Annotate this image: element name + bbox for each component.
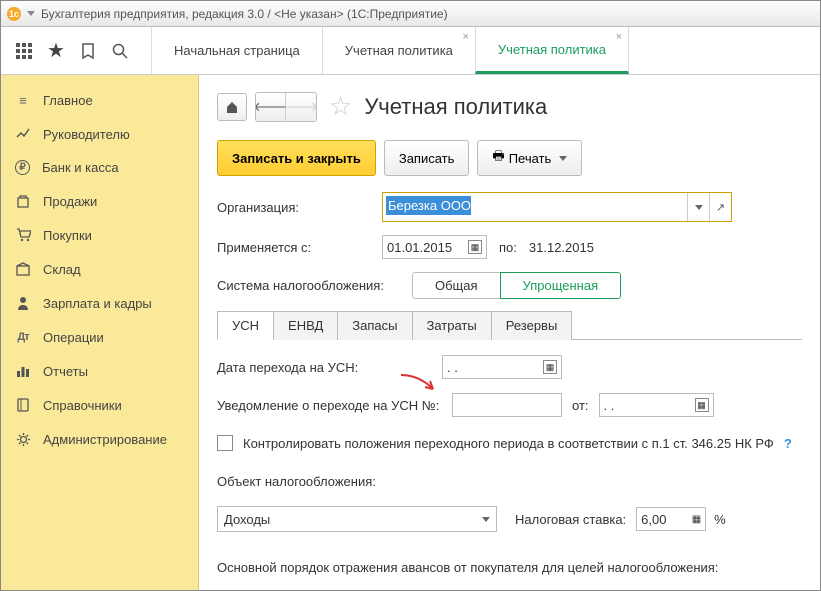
- stepper-icon[interactable]: ▦: [692, 514, 701, 525]
- sidebar-item-label: Операции: [43, 330, 104, 345]
- notice-number-label: Уведомление о переходе на УСН №:: [217, 398, 452, 413]
- notice-date-input[interactable]: . . ▦: [599, 393, 714, 417]
- person-icon: [15, 295, 31, 311]
- tax-object-select[interactable]: Доходы: [217, 506, 497, 532]
- sidebar-item-reports[interactable]: Отчеты: [1, 354, 198, 388]
- sidebar-item-label: Банк и касса: [42, 160, 119, 175]
- menu-icon: ≡: [15, 92, 31, 108]
- top-toolbar: ★ Начальная страница Учетная политика× У…: [1, 27, 820, 75]
- tax-object-label: Объект налогообложения:: [217, 474, 376, 489]
- sidebar-item-references[interactable]: Справочники: [1, 388, 198, 422]
- sidebar-item-label: Администрирование: [43, 432, 167, 447]
- sidebar-item-bank[interactable]: ₽ Банк и касса: [1, 151, 198, 184]
- sidebar-item-sales[interactable]: Продажи: [1, 184, 198, 218]
- sidebar-item-label: Отчеты: [43, 364, 88, 379]
- tax-rate-label: Налоговая ставка:: [515, 512, 626, 527]
- tab-accounting-policy-2[interactable]: Учетная политика×: [475, 27, 629, 74]
- chevron-down-icon: [559, 156, 567, 161]
- to-value: 31.12.2015: [529, 240, 594, 255]
- tab-stocks[interactable]: Запасы: [337, 311, 412, 340]
- save-button[interactable]: Записать: [384, 140, 470, 176]
- cart-icon: [15, 227, 31, 243]
- sidebar-item-warehouse[interactable]: Склад: [1, 252, 198, 286]
- home-button[interactable]: [217, 93, 247, 121]
- sidebar-item-label: Покупки: [43, 228, 92, 243]
- apps-grid-icon[interactable]: [15, 42, 33, 60]
- calendar-icon[interactable]: ▦: [543, 360, 557, 374]
- chart-line-icon: [15, 126, 31, 142]
- sidebar-item-label: Руководителю: [43, 127, 130, 142]
- sidebar-item-label: Продажи: [43, 194, 97, 209]
- sidebar-item-label: Склад: [43, 262, 81, 277]
- operations-icon: Дт: [15, 329, 31, 345]
- control-transition-checkbox[interactable]: [217, 435, 233, 451]
- book-icon: [15, 397, 31, 413]
- history-icon[interactable]: [79, 42, 97, 60]
- notice-number-input[interactable]: [452, 393, 562, 417]
- printer-icon: 🖶: [492, 147, 504, 169]
- organization-field[interactable]: Березка ООО ↗: [382, 192, 732, 222]
- organization-label: Организация:: [217, 200, 382, 215]
- calendar-icon[interactable]: ▦: [468, 240, 482, 254]
- page-title: Учетная политика: [364, 94, 547, 120]
- bag-icon: [15, 193, 31, 209]
- nav-back-button[interactable]: 🡐: [256, 93, 286, 121]
- print-button[interactable]: 🖶Печать: [477, 140, 582, 176]
- tax-general-option[interactable]: Общая: [412, 272, 501, 299]
- sidebar-item-operations[interactable]: Дт Операции: [1, 320, 198, 354]
- main-content: 🡐 🡒 ☆ Учетная политика Записать и закрыт…: [199, 75, 820, 590]
- dropdown-button[interactable]: [687, 193, 709, 221]
- sidebar-item-main[interactable]: ≡ Главное: [1, 83, 198, 117]
- app-menu-dropdown[interactable]: [27, 11, 35, 16]
- sidebar: ≡ Главное Руководителю ₽ Банк и касса Прод…: [1, 75, 199, 590]
- applies-from-input[interactable]: 01.01.2015 ▦: [382, 235, 487, 259]
- window-tabs: Начальная страница Учетная политика× Уче…: [151, 27, 629, 74]
- notice-from-label: от:: [572, 398, 589, 413]
- star-icon[interactable]: ★: [47, 42, 65, 60]
- box-icon: [15, 261, 31, 277]
- open-button[interactable]: ↗: [709, 193, 731, 221]
- close-icon[interactable]: ×: [616, 31, 622, 43]
- applies-from-label: Применяется с:: [217, 240, 382, 255]
- bar-chart-icon: [15, 363, 31, 379]
- sidebar-item-purchases[interactable]: Покупки: [1, 218, 198, 252]
- tab-usn[interactable]: УСН: [217, 311, 274, 340]
- tab-accounting-policy-1[interactable]: Учетная политика×: [322, 27, 476, 74]
- tab-envd[interactable]: ЕНВД: [273, 311, 338, 340]
- to-label: по:: [499, 240, 517, 255]
- inner-tabs: УСН ЕНВД Запасы Затраты Резервы: [217, 311, 802, 340]
- window-title: Бухгалтерия предприятия, редакция 3.0 / …: [41, 7, 448, 21]
- tax-rate-unit: %: [714, 512, 726, 527]
- sidebar-item-admin[interactable]: Администрирование: [1, 422, 198, 456]
- transition-date-label: Дата перехода на УСН:: [217, 360, 442, 375]
- app-icon: 1c: [7, 7, 21, 21]
- chevron-down-icon: [482, 517, 490, 522]
- sidebar-item-label: Зарплата и кадры: [43, 296, 152, 311]
- control-transition-label: Контролировать положения переходного пер…: [243, 436, 774, 451]
- sidebar-item-label: Справочники: [43, 398, 122, 413]
- tab-reserves[interactable]: Резервы: [491, 311, 573, 340]
- save-and-close-button[interactable]: Записать и закрыть: [217, 140, 376, 176]
- gear-icon: [15, 431, 31, 447]
- nav-forward-button[interactable]: 🡒: [286, 93, 316, 121]
- tax-rate-input[interactable]: 6,00 ▦: [636, 507, 706, 531]
- tax-system-label: Система налогообложения:: [217, 278, 412, 293]
- tab-costs[interactable]: Затраты: [412, 311, 492, 340]
- tab-start-page[interactable]: Начальная страница: [151, 27, 323, 74]
- sidebar-item-salary[interactable]: Зарплата и кадры: [1, 286, 198, 320]
- help-icon[interactable]: ?: [784, 436, 792, 451]
- calendar-icon[interactable]: ▦: [695, 398, 709, 412]
- advance-label: Основной порядок отражения авансов от по…: [217, 560, 718, 575]
- tax-simple-option[interactable]: Упрощенная: [500, 272, 622, 299]
- sidebar-item-manager[interactable]: Руководителю: [1, 117, 198, 151]
- sidebar-item-label: Главное: [43, 93, 93, 108]
- organization-value: Березка ООО: [386, 196, 471, 215]
- window-titlebar: 1c Бухгалтерия предприятия, редакция 3.0…: [1, 1, 820, 27]
- ruble-icon: ₽: [15, 160, 30, 175]
- favorite-star-icon[interactable]: ☆: [329, 91, 352, 122]
- close-icon[interactable]: ×: [462, 31, 468, 43]
- search-icon[interactable]: [111, 42, 129, 60]
- transition-date-input[interactable]: . . ▦: [442, 355, 562, 379]
